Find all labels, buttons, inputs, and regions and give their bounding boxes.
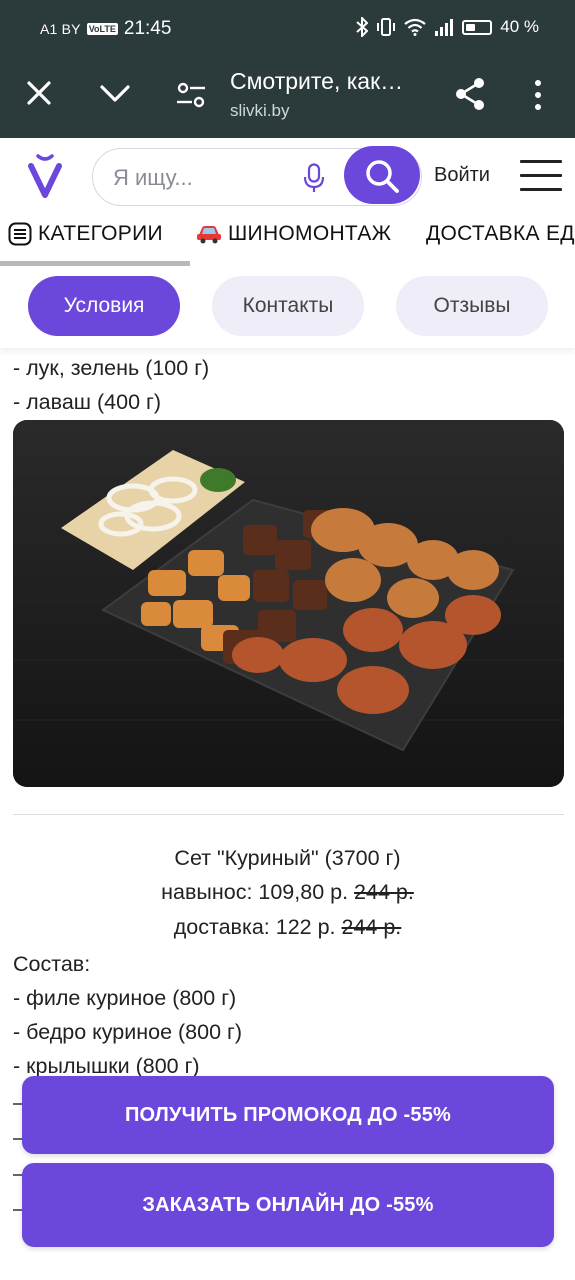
list-item: - бедро куриное (800 г) [13,1020,243,1044]
list-item: - лук, зелень (100 г) [13,356,210,380]
car-icon [197,226,221,244]
delivery-old-price: 244 р. [341,915,402,939]
composition-heading: Состав: [13,952,91,976]
login-link[interactable]: Войти [434,164,490,187]
scroll-indicator [0,261,190,266]
microphone-icon[interactable] [303,163,325,193]
volte-badge: VoLTE [86,23,118,35]
gesture-bar-area [0,1252,575,1280]
battery-percent: 40 % [500,17,539,36]
vibrate-icon [377,18,396,36]
site-header: Войти [0,138,575,220]
delivery-price: доставка: 122 р. 244 р. [0,915,575,940]
share-icon[interactable] [452,76,488,112]
slivki-logo[interactable] [28,154,62,198]
hamburger-menu-icon[interactable] [520,160,562,192]
clock: 21:45 [123,18,172,39]
search-button[interactable] [344,146,420,204]
category-food-delivery[interactable]: ДОСТАВКА ЕД [426,222,575,246]
chevron-down-icon[interactable] [98,78,132,108]
divider [13,814,564,815]
search-input[interactable] [113,165,293,191]
product-photo [13,420,564,787]
takeaway-old-price: 244 р. [354,880,414,904]
custom-tab-bar: Смотрите, как… slivki.by [0,56,575,138]
grilled-platter-image [13,420,564,787]
browser-chrome: A1 BY VoLTE 21:45 40 % Смотрите, как… sl… [0,0,575,138]
signal-icon [435,19,454,36]
set-title: Сет "Куриный" (3700 г) [174,846,401,870]
category-label: ДОСТАВКА ЕД [426,222,575,245]
status-bar: A1 BY VoLTE 21:45 40 % [0,0,575,56]
carrier-label: A1 BY [40,21,81,37]
takeaway-price: навынос: 109,80 р. 244 р. [0,880,575,905]
category-tire-service[interactable]: ШИНОМОНТАЖ [196,222,391,246]
page-url: slivki.by [230,101,290,120]
battery-icon [462,19,493,35]
section-tabs: Условия Контакты Отзывы [0,268,575,348]
takeaway-new-price: навынос: 109,80 р. [161,880,349,904]
tab-reviews[interactable]: Отзывы [396,276,548,336]
status-left: A1 BY VoLTE 21:45 [40,18,171,40]
tab-contacts[interactable]: Контакты [212,276,364,336]
status-right: 40 % [356,17,539,37]
tab-conditions[interactable]: Условия [28,276,180,336]
list-icon [8,222,32,246]
category-nav: КАТЕГОРИИ ШИНОМОНТАЖ ДОСТАВКА ЕД [0,220,575,268]
category-all[interactable]: КАТЕГОРИИ [8,222,163,246]
more-vert-icon[interactable] [526,78,550,112]
page-settings-icon[interactable] [174,78,208,112]
close-icon[interactable] [22,76,56,110]
delivery-new-price: доставка: 122 р. [173,915,336,939]
list-item: - филе куриное (800 г) [13,986,237,1010]
category-label: ШИНОМОНТАЖ [228,222,392,245]
search-icon [366,160,399,193]
wifi-icon [404,18,426,36]
page-title: Смотрите, как… [230,68,404,94]
list-item: - лаваш (400 г) [13,390,162,414]
category-label: КАТЕГОРИИ [38,222,163,245]
get-promocode-button[interactable]: ПОЛУЧИТЬ ПРОМОКОД ДО -55% [22,1076,554,1154]
bluetooth-icon [356,17,369,37]
order-online-button[interactable]: ЗАКАЗАТЬ ОНЛАЙН ДО -55% [22,1163,554,1247]
